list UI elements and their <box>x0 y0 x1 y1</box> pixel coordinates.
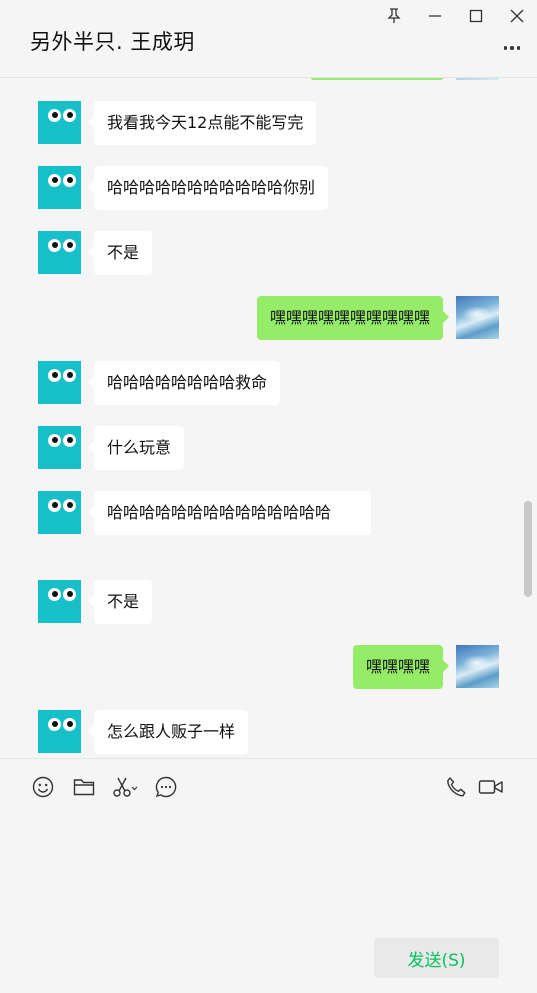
message-bubble[interactable]: 哈哈哈哈哈哈哈哈哈哈哈你别 <box>87 166 329 210</box>
avatar[interactable] <box>38 426 81 469</box>
scrollbar-thumb[interactable] <box>524 501 532 597</box>
message-bubble[interactable]: 不是 <box>87 580 153 624</box>
avatar[interactable] <box>38 710 81 753</box>
chat-title: 另外半只. 王成玥 <box>30 30 195 54</box>
minimize-icon[interactable] <box>420 4 450 28</box>
folder-icon[interactable] <box>71 774 97 800</box>
maximize-icon[interactable] <box>461 4 491 28</box>
video-call-icon[interactable] <box>478 774 504 800</box>
message-bubble[interactable]: 哈哈哈哈哈哈哈哈哈哈哈哈哈哈 <box>88 491 371 535</box>
message-bubble-partial <box>310 78 444 80</box>
avatar[interactable] <box>38 101 81 144</box>
avatar[interactable] <box>38 361 81 404</box>
input-toolbar <box>0 758 537 818</box>
message-bubble[interactable]: 什么玩意 <box>87 426 185 470</box>
avatar[interactable] <box>38 231 81 274</box>
message-bubble[interactable]: 不是 <box>87 231 153 275</box>
avatar[interactable] <box>38 491 81 534</box>
chat-history-icon[interactable] <box>153 774 179 800</box>
close-icon[interactable] <box>502 4 532 28</box>
pin-icon[interactable] <box>379 4 409 28</box>
scissors-icon[interactable] <box>112 774 138 800</box>
message-bubble[interactable]: 怎么跟人贩子一样 <box>87 710 249 754</box>
chat-header: 另外半只. 王成玥 <box>0 0 537 78</box>
message-input[interactable] <box>0 818 537 928</box>
emoji-icon[interactable] <box>30 774 56 800</box>
avatar-partial <box>456 78 499 80</box>
more-options-icon[interactable] <box>501 38 523 58</box>
message-bubble[interactable]: 哈哈哈哈哈哈哈哈救命 <box>87 361 281 405</box>
avatar-self[interactable] <box>456 645 499 688</box>
avatar[interactable] <box>38 580 81 623</box>
send-button[interactable]: 发送(S) <box>374 938 499 978</box>
phone-icon[interactable] <box>443 774 469 800</box>
message-list[interactable]: 我看我今天12点能不能写完 哈哈哈哈哈哈哈哈哈哈哈你别 不是 嘿嘿嘿嘿嘿嘿嘿嘿嘿… <box>0 78 537 758</box>
message-bubble[interactable]: 我看我今天12点能不能写完 <box>87 101 317 145</box>
avatar-self[interactable] <box>456 296 499 339</box>
message-bubble[interactable]: 嘿嘿嘿嘿 <box>352 645 450 689</box>
avatar[interactable] <box>38 166 81 209</box>
message-bubble[interactable]: 嘿嘿嘿嘿嘿嘿嘿嘿嘿嘿 <box>256 296 450 340</box>
